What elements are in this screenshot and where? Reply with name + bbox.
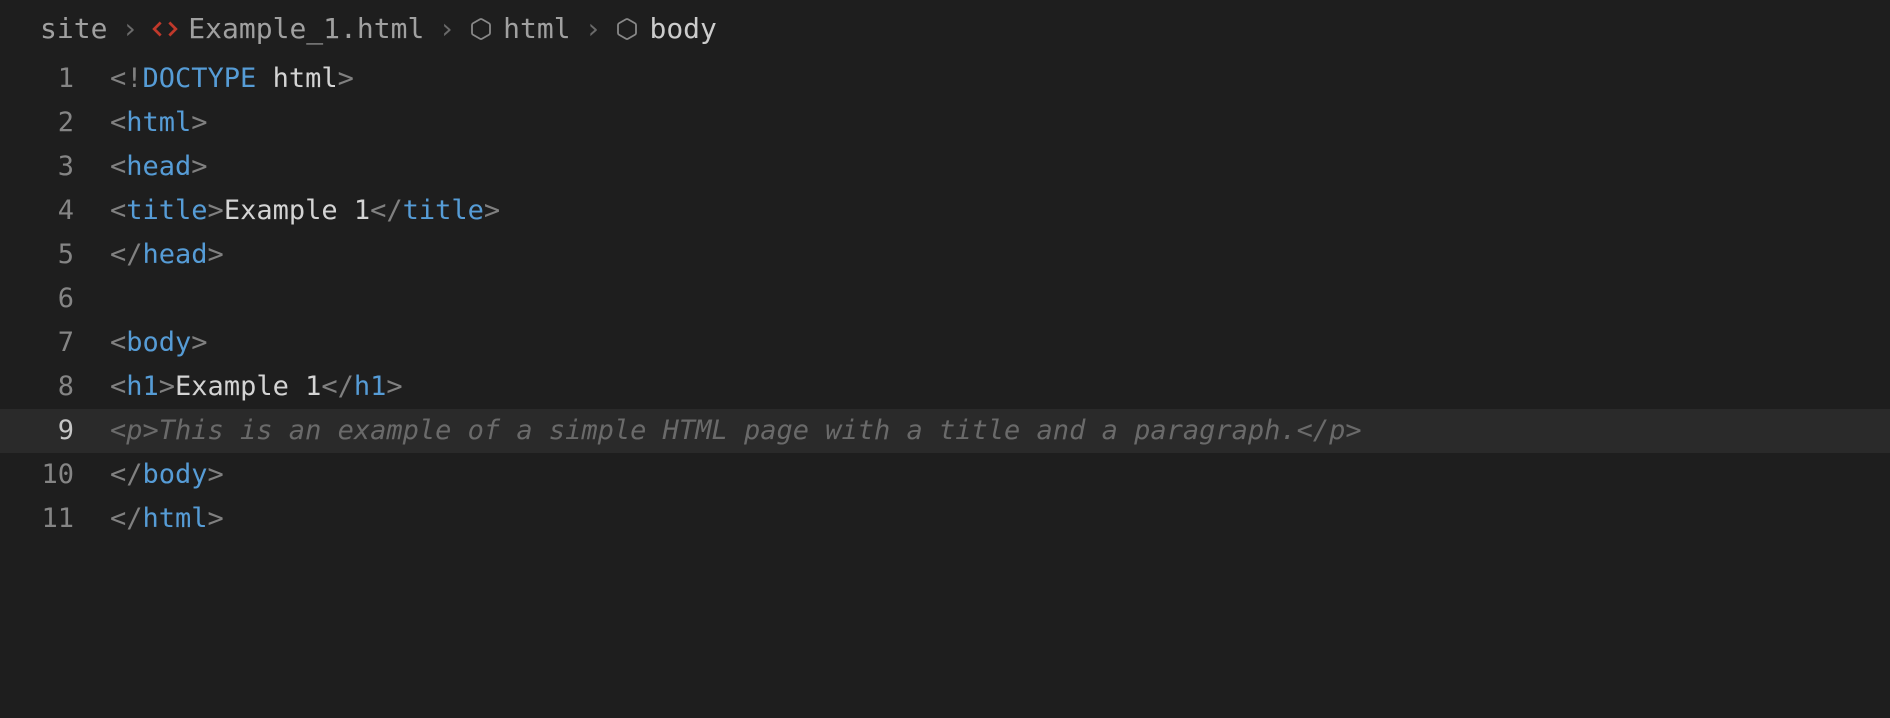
- line-number: 5: [0, 233, 110, 277]
- symbol-icon: [615, 17, 639, 41]
- line-number: 6: [0, 277, 110, 321]
- code-line[interactable]: 6: [0, 277, 1890, 321]
- code-line[interactable]: 1<!DOCTYPE html>: [0, 57, 1890, 101]
- line-number: 4: [0, 189, 110, 233]
- symbol-icon: [469, 17, 493, 41]
- code-content[interactable]: <!DOCTYPE html>: [110, 57, 1890, 101]
- line-number: 11: [0, 497, 110, 541]
- line-number: 7: [0, 321, 110, 365]
- code-line[interactable]: 8<h1>Example 1</h1>: [0, 365, 1890, 409]
- code-line[interactable]: 10</body>: [0, 453, 1890, 497]
- line-number: 8: [0, 365, 110, 409]
- chevron-right-icon: ›: [438, 12, 455, 45]
- code-line[interactable]: 3<head>: [0, 145, 1890, 189]
- breadcrumb-item-symbol-html[interactable]: html: [469, 12, 570, 45]
- code-content[interactable]: <html>: [110, 101, 1890, 145]
- line-number: 2: [0, 101, 110, 145]
- line-number: 9: [0, 409, 110, 453]
- code-editor[interactable]: 1<!DOCTYPE html>2<html>3<head>4<title>Ex…: [0, 57, 1890, 541]
- code-content[interactable]: </body>: [110, 453, 1890, 497]
- chevron-right-icon: ›: [585, 12, 602, 45]
- code-content[interactable]: </head>: [110, 233, 1890, 277]
- breadcrumb-label: site: [40, 12, 107, 45]
- breadcrumb: site › Example_1.html › html › body: [0, 0, 1890, 57]
- code-file-icon: [152, 16, 178, 42]
- breadcrumb-label: html: [503, 12, 570, 45]
- chevron-right-icon: ›: [121, 12, 138, 45]
- breadcrumb-label: Example_1.html: [188, 12, 424, 45]
- code-content[interactable]: <p>This is an example of a simple HTML p…: [110, 409, 1890, 453]
- code-line[interactable]: 7<body>: [0, 321, 1890, 365]
- code-content[interactable]: <body>: [110, 321, 1890, 365]
- line-number: 3: [0, 145, 110, 189]
- code-line[interactable]: 4<title>Example 1</title>: [0, 189, 1890, 233]
- code-line[interactable]: 9<p>This is an example of a simple HTML …: [0, 409, 1890, 453]
- breadcrumb-item-symbol-body[interactable]: body: [615, 12, 716, 45]
- code-content[interactable]: <h1>Example 1</h1>: [110, 365, 1890, 409]
- breadcrumb-item-file[interactable]: Example_1.html: [152, 12, 424, 45]
- line-number: 10: [0, 453, 110, 497]
- code-content[interactable]: </html>: [110, 497, 1890, 541]
- code-line[interactable]: 5</head>: [0, 233, 1890, 277]
- breadcrumb-label: body: [649, 12, 716, 45]
- code-content[interactable]: <title>Example 1</title>: [110, 189, 1890, 233]
- code-line[interactable]: 2<html>: [0, 101, 1890, 145]
- breadcrumb-item-folder[interactable]: site: [40, 12, 107, 45]
- code-content[interactable]: <head>: [110, 145, 1890, 189]
- line-number: 1: [0, 57, 110, 101]
- code-line[interactable]: 11</html>: [0, 497, 1890, 541]
